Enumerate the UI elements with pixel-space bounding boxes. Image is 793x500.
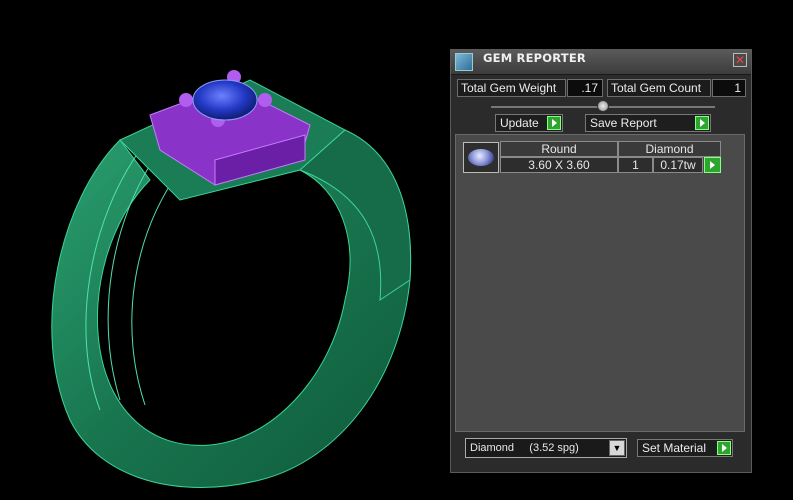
close-icon[interactable]: ✕	[733, 53, 747, 67]
play-icon	[710, 161, 715, 169]
gem-reporter-panel: GEM REPORTER ✕ Total Gem Weight .17 Tota…	[450, 49, 752, 473]
play-icon	[547, 116, 561, 130]
slider-handle[interactable]	[597, 100, 609, 112]
round-gem-icon[interactable]	[463, 142, 499, 173]
ring-model[interactable]	[51, 70, 412, 488]
gem-reporter-icon	[455, 53, 473, 71]
total-gem-count-label: Total Gem Count	[607, 79, 711, 97]
set-material-label: Set Material	[642, 441, 707, 455]
save-report-label: Save Report	[590, 116, 657, 130]
panel-titlebar[interactable]: GEM REPORTER ✕	[451, 50, 751, 75]
gem-row-play-button[interactable]	[704, 157, 721, 173]
total-gem-count-value: 1	[712, 79, 746, 97]
update-label: Update	[500, 116, 539, 130]
total-gem-weight-value: .17	[567, 79, 603, 97]
gem-count-cell: 1	[618, 157, 653, 173]
chevron-down-icon: ▼	[609, 440, 625, 456]
ring-groove-3	[131, 169, 181, 406]
center-stone	[192, 79, 258, 121]
panel-title: GEM REPORTER	[483, 51, 586, 65]
update-button[interactable]: Update	[495, 114, 563, 132]
material-select-value: Diamond (3.52 spg)	[470, 442, 579, 454]
gem-size-cell: 3.60 X 3.60	[500, 157, 618, 173]
material-select[interactable]: Diamond (3.52 spg) ▼	[465, 438, 627, 458]
prong-2	[179, 93, 193, 107]
gem-list[interactable]: Round Diamond 3.60 X 3.60 1 0.17tw	[455, 134, 745, 432]
total-gem-weight-label: Total Gem Weight	[457, 79, 566, 97]
save-report-button[interactable]: Save Report	[585, 114, 711, 132]
gem-material-header: Diamond	[618, 141, 721, 157]
set-material-button[interactable]: Set Material	[637, 439, 733, 457]
play-icon	[695, 116, 709, 130]
prong-3	[258, 93, 272, 107]
gem-shape-header: Round	[500, 141, 618, 157]
play-icon	[717, 441, 731, 455]
gem-weight-cell: 0.17tw	[653, 157, 703, 173]
